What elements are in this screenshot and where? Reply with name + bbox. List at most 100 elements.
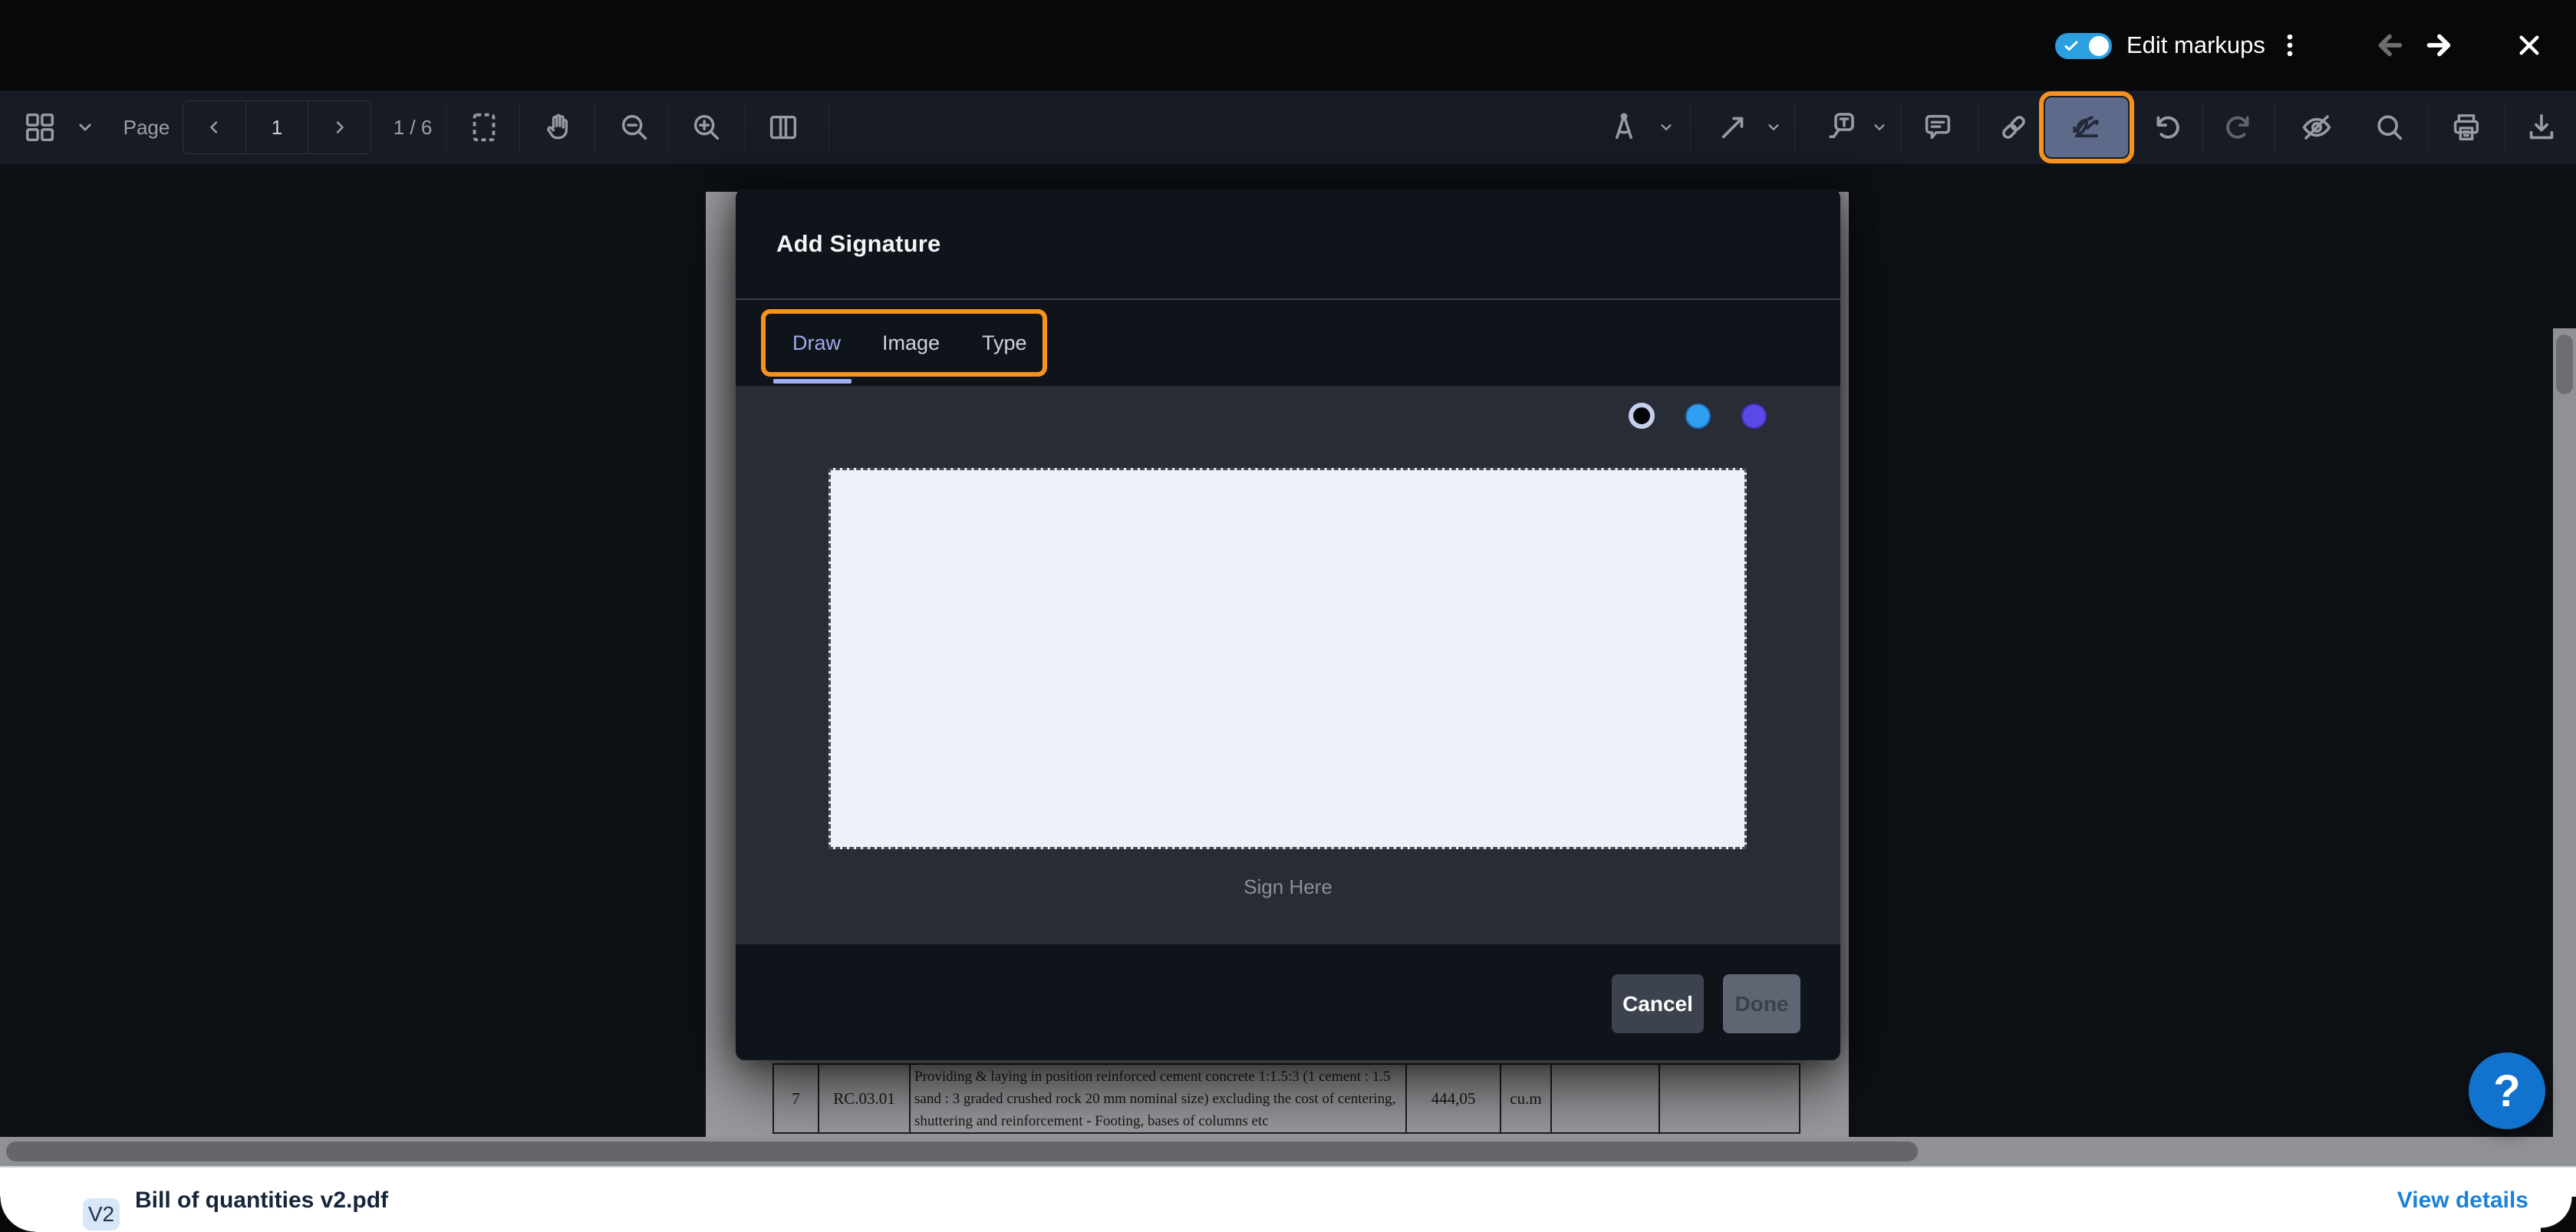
edit-markups-toggle[interactable] — [2055, 33, 2112, 59]
toolbar-divider — [667, 103, 668, 152]
table-cell-serial: 7 — [774, 1065, 819, 1132]
version-badge: V2 — [83, 1198, 120, 1230]
toggle-knob — [2089, 36, 2109, 56]
prev-page-button[interactable] — [183, 101, 245, 153]
signature-icon — [2064, 105, 2109, 150]
page-label: Page — [119, 91, 174, 164]
help-icon: ? — [2493, 1066, 2520, 1117]
thumbnails-grid-icon — [22, 110, 58, 145]
toolbar-divider — [1794, 103, 1795, 152]
ink-color-picker — [1629, 403, 1767, 429]
print-button[interactable] — [2443, 91, 2490, 164]
toolbar-divider — [2202, 103, 2203, 152]
ink-color-blue[interactable] — [1685, 404, 1711, 429]
active-tab-underline — [773, 379, 852, 384]
next-page-icon — [329, 117, 351, 138]
add-signature-modal: Add Signature Draw Image Type Sign Here — [736, 189, 1840, 1060]
pdf-markup-app: Edit markups Page — [0, 0, 2576, 1232]
arrow-tool-icon — [1715, 110, 1751, 145]
hide-markups-icon — [2298, 109, 2335, 146]
toolbar-divider — [828, 103, 829, 152]
callout-text-icon — [1823, 109, 1860, 146]
chevron-down-icon — [1869, 117, 1889, 137]
prev-page-icon — [203, 117, 225, 138]
ink-color-purple[interactable] — [1741, 404, 1767, 429]
cancel-button[interactable]: Cancel — [1612, 974, 1704, 1033]
arrow-dropdown[interactable] — [1758, 91, 1789, 164]
tab-draw[interactable]: Draw — [792, 300, 841, 386]
undo-button[interactable] — [2143, 91, 2190, 164]
table-cell-description: Providing & laying in position reinforce… — [911, 1065, 1407, 1132]
zoom-in-button[interactable] — [683, 91, 730, 164]
forward-arrow-icon — [2422, 28, 2457, 63]
page-count: 1 / 6 — [382, 91, 443, 164]
horizontal-scrollbar[interactable] — [0, 1137, 2576, 1166]
document-viewer: 7 RC.03.01 Providing & laying in positio… — [0, 164, 2576, 1137]
link-button[interactable] — [1990, 91, 2037, 164]
signature-tabs: Draw Image Type — [736, 300, 1840, 386]
chevron-down-icon — [1764, 117, 1784, 137]
help-button[interactable]: ? — [2469, 1052, 2545, 1129]
kebab-menu-button[interactable] — [2263, 0, 2317, 91]
redo-icon — [2222, 110, 2257, 145]
view-details-link[interactable]: View details — [2397, 1168, 2528, 1232]
arrow-tool-button[interactable] — [1708, 91, 1758, 164]
toolbar-divider — [1900, 103, 1901, 152]
thumbnails-panel-button[interactable] — [14, 91, 66, 164]
toolbar: Page 1 / 6 — [0, 91, 2576, 164]
zoom-out-icon — [617, 110, 652, 145]
signature-tool-button-active[interactable] — [2045, 97, 2128, 157]
hide-markups-button[interactable] — [2292, 91, 2341, 164]
close-button[interactable] — [2502, 0, 2556, 91]
vertical-scrollbar-thumb[interactable] — [2556, 334, 2573, 394]
horizontal-scrollbar-thumb[interactable] — [6, 1141, 1918, 1161]
table-row: 7 RC.03.01 Providing & laying in positio… — [772, 1063, 1800, 1134]
modal-header: Add Signature — [736, 189, 1840, 298]
tab-image[interactable]: Image — [882, 300, 940, 386]
thumbnails-dropdown[interactable] — [69, 91, 101, 164]
vertical-scrollbar[interactable] — [2553, 328, 2576, 1232]
two-page-view-button[interactable] — [759, 91, 807, 164]
pan-tool-button[interactable] — [535, 91, 581, 164]
marquee-select-icon — [466, 110, 502, 145]
table-cell-quantity: 444,05 — [1407, 1065, 1501, 1132]
file-name: Bill of quantities v2.pdf — [135, 1168, 388, 1232]
modal-title: Add Signature — [776, 230, 940, 258]
search-icon — [2372, 110, 2407, 145]
zoom-out-button[interactable] — [611, 91, 658, 164]
chevron-down-icon — [74, 116, 97, 139]
callout-text-button[interactable] — [1815, 91, 1869, 164]
toggle-check-icon — [2062, 37, 2080, 55]
edit-markups-label: Edit markups — [2126, 0, 2265, 91]
sign-here-hint: Sign Here — [736, 875, 1840, 899]
kebab-menu-icon — [2275, 30, 2305, 61]
redo-button[interactable] — [2215, 91, 2263, 164]
measure-tool-button[interactable] — [1600, 91, 1648, 164]
ink-color-black-selected[interactable] — [1629, 403, 1655, 429]
print-icon — [2449, 110, 2484, 145]
callout-dropdown[interactable] — [1864, 91, 1895, 164]
measure-dropdown[interactable] — [1651, 91, 1682, 164]
comment-button[interactable] — [1913, 91, 1962, 164]
measure-tool-icon — [1606, 110, 1642, 145]
table-cell-code: RC.03.01 — [819, 1065, 911, 1132]
next-page-button[interactable] — [308, 101, 371, 153]
forward-button[interactable] — [2413, 0, 2466, 91]
signature-draw-canvas[interactable] — [828, 468, 1747, 849]
table-cell-rate — [1552, 1065, 1660, 1132]
toolbar-divider — [2428, 103, 2429, 152]
download-button[interactable] — [2518, 91, 2565, 164]
marquee-select-button[interactable] — [460, 91, 508, 164]
page-number-input[interactable] — [246, 101, 308, 153]
page-navigator — [183, 100, 371, 154]
search-button[interactable] — [2366, 91, 2413, 164]
tab-type[interactable]: Type — [982, 300, 1027, 386]
pan-hand-icon — [541, 110, 576, 145]
chevron-down-icon — [1656, 117, 1676, 137]
link-icon — [1996, 110, 2031, 145]
top-bar: Edit markups — [0, 0, 2576, 91]
toolbar-divider — [1690, 103, 1691, 152]
done-button[interactable]: Done — [1723, 974, 1800, 1033]
back-button[interactable] — [2363, 0, 2416, 91]
undo-icon — [2149, 110, 2184, 145]
